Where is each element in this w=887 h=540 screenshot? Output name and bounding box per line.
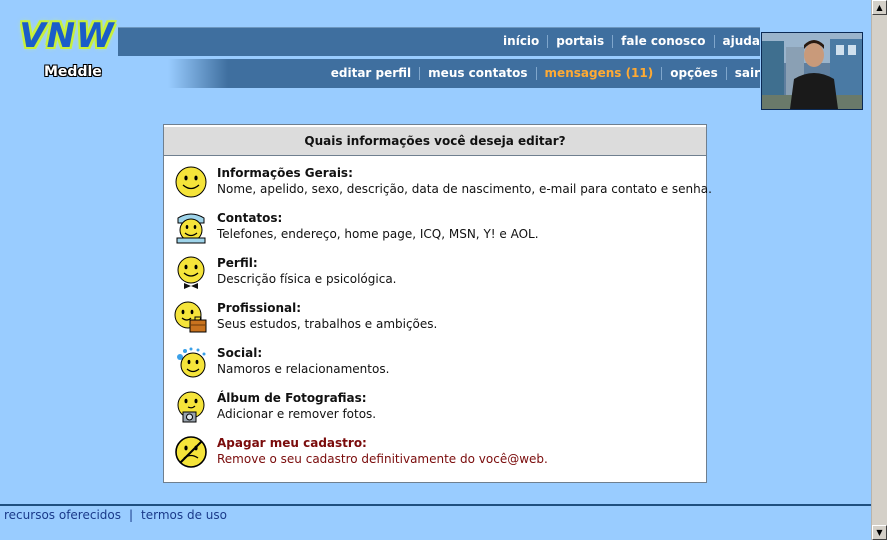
logo-text: VNW xyxy=(19,16,115,56)
option-album-fotografias[interactable]: Álbum de Fotografias: Adicionar e remove… xyxy=(174,390,699,430)
option-description: Seus estudos, trabalhos e ambições. xyxy=(217,317,438,331)
nav-separator xyxy=(419,66,421,80)
footer-termos-link[interactable]: termos de uso xyxy=(141,508,227,522)
option-description: Descrição física e psicológica. xyxy=(217,272,397,286)
option-social[interactable]: Social: Namoros e relacionamentos. xyxy=(174,345,699,385)
top-nav: início portais fale conosco ajuda xyxy=(503,34,760,48)
option-title: Álbum de Fotografias: xyxy=(217,391,367,405)
option-title: Apagar meu cadastro: xyxy=(217,436,367,450)
nav-separator xyxy=(535,66,537,80)
nav-meus-contatos-link[interactable]: meus contatos xyxy=(428,66,527,80)
nav-sair-link[interactable]: sair xyxy=(735,66,760,80)
nav-mensagens-link[interactable]: mensagens (11) xyxy=(545,66,654,80)
nav-separator xyxy=(725,66,727,80)
nav-separator xyxy=(612,34,614,48)
option-description: Adicionar e remover fotos. xyxy=(217,407,377,421)
nav-portais-link[interactable]: portais xyxy=(556,34,604,48)
option-title: Social: xyxy=(217,346,263,360)
nav-inicio-link[interactable]: início xyxy=(503,34,539,48)
option-title: Profissional: xyxy=(217,301,302,315)
edit-options-panel: Quais informações você deseja editar? In… xyxy=(163,124,712,483)
nav-editar-perfil-link[interactable]: editar perfil xyxy=(331,66,411,80)
option-profissional[interactable]: Profissional: Seus estudos, trabalhos e … xyxy=(174,300,699,340)
vnw-logo[interactable]: VNW Meddle xyxy=(12,14,122,84)
footer-divider xyxy=(0,504,871,506)
logo-subtitle: Meddle xyxy=(44,64,102,80)
smiley-briefcase-icon xyxy=(174,301,207,333)
footer-separator: | xyxy=(129,508,134,522)
option-title: Contatos: xyxy=(217,211,283,225)
smiley-phone-icon xyxy=(176,213,206,244)
nav-separator xyxy=(661,66,663,80)
option-title: Informações Gerais: xyxy=(217,166,353,180)
secondary-nav: editar perfil meus contatos mensagens (1… xyxy=(331,66,760,80)
footer: recursos oferecidos | termos de uso xyxy=(4,508,227,522)
option-title: Perfil: xyxy=(217,256,258,270)
option-informacoes-gerais[interactable]: Informações Gerais: Nome, apelido, sexo,… xyxy=(174,165,712,205)
smiley-social-icon xyxy=(177,347,206,378)
nav-ajuda-link[interactable]: ajuda xyxy=(723,34,760,48)
nav-opcoes-link[interactable]: opções xyxy=(670,66,717,80)
option-contatos[interactable]: Contatos: Telefones, endereço, home page… xyxy=(174,210,699,250)
option-description: Remove o seu cadastro definitivamente do… xyxy=(217,452,548,466)
nav-fale-conosco-link[interactable]: fale conosco xyxy=(621,34,705,48)
panel-title: Quais informações você deseja editar? xyxy=(164,125,706,156)
smiley-icon xyxy=(175,166,207,198)
smiley-bowtie-icon xyxy=(177,256,205,289)
option-description: Nome, apelido, sexo, descrição, data de … xyxy=(217,182,712,196)
scroll-down-button[interactable]: ▼ xyxy=(872,525,887,540)
user-photo[interactable] xyxy=(761,32,863,110)
footer-recursos-link[interactable]: recursos oferecidos xyxy=(4,508,121,522)
option-apagar-cadastro[interactable]: Apagar meu cadastro: Remove o seu cadast… xyxy=(174,435,699,475)
option-description: Telefones, endereço, home page, ICQ, MSN… xyxy=(217,227,539,241)
option-description: Namoros e relacionamentos. xyxy=(217,362,390,376)
nav-separator xyxy=(713,34,715,48)
nav-separator xyxy=(547,34,549,48)
option-perfil[interactable]: Perfil: Descrição física e psicológica. xyxy=(174,255,699,295)
vertical-scrollbar[interactable]: ▲ ▼ xyxy=(871,0,887,540)
crossed-smiley-icon xyxy=(175,436,207,468)
scroll-up-button[interactable]: ▲ xyxy=(872,0,887,15)
smiley-camera-icon xyxy=(177,391,205,423)
